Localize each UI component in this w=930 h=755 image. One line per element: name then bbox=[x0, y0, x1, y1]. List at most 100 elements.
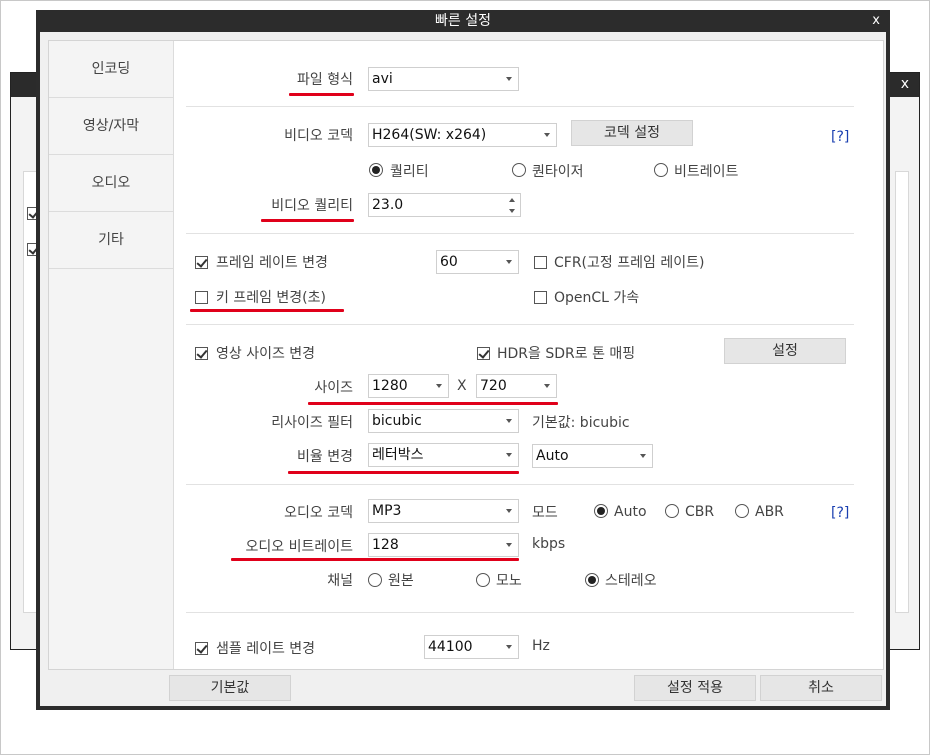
size-underline bbox=[308, 402, 558, 405]
file-format-label: 파일 형식 bbox=[297, 72, 353, 88]
aspect-underline bbox=[288, 471, 519, 474]
sample-rate-select[interactable]: 44100 bbox=[424, 635, 519, 659]
resize-filter-value: bicubic bbox=[372, 413, 422, 429]
width-select[interactable]: 1280 bbox=[368, 374, 449, 398]
audio-codec-select[interactable]: MP3 bbox=[368, 499, 519, 523]
radio-audio-cbr-label: CBR bbox=[685, 504, 715, 520]
radio-channel-original[interactable] bbox=[368, 573, 382, 587]
sample-rate-value: 44100 bbox=[428, 639, 473, 655]
radio-channel-stereo-label: 스테레오 bbox=[605, 573, 657, 589]
sample-rate-unit: Hz bbox=[532, 638, 550, 654]
keyframe-checkbox[interactable] bbox=[195, 291, 208, 304]
file-format-select[interactable]: avi bbox=[368, 67, 519, 91]
width-value: 1280 bbox=[372, 378, 408, 394]
frame-rate-select[interactable]: 60 bbox=[436, 250, 519, 274]
aspect-select[interactable]: 레터박스 bbox=[368, 443, 519, 467]
radio-channel-mono-label: 모노 bbox=[496, 573, 522, 589]
dialog-client: 인코딩 영상/자막 오디오 기타 파일 형식 avi 비디오 코덱 H264(S… bbox=[40, 32, 886, 706]
sidebar-item-audio[interactable]: 오디오 bbox=[49, 155, 173, 212]
radio-audio-abr-label: ABR bbox=[755, 504, 784, 520]
audio-codec-label: 오디오 코덱 bbox=[284, 505, 353, 521]
chevron-down-icon bbox=[506, 453, 512, 457]
chevron-down-icon bbox=[506, 77, 512, 81]
chevron-down-icon bbox=[506, 645, 512, 649]
size-separator: X bbox=[457, 378, 467, 394]
video-codec-label: 비디오 코덱 bbox=[284, 128, 353, 144]
size-label: 사이즈 bbox=[314, 380, 353, 396]
radio-quantizer[interactable] bbox=[512, 163, 526, 177]
radio-channel-original-label: 원본 bbox=[388, 573, 414, 589]
radio-audio-auto[interactable] bbox=[594, 504, 608, 518]
sidebar-item-video-subtitle[interactable]: 영상/자막 bbox=[49, 98, 173, 155]
video-quality-label: 비디오 퀄리티 bbox=[271, 198, 353, 214]
aspect-auto-select[interactable]: Auto bbox=[532, 444, 653, 468]
chevron-down-icon bbox=[506, 543, 512, 547]
background-window-close-icon[interactable]: x bbox=[901, 76, 909, 92]
background-window-list bbox=[23, 171, 37, 613]
file-format-value: avi bbox=[372, 71, 393, 87]
height-select[interactable]: 720 bbox=[476, 374, 557, 398]
radio-bitrate-label: 비트레이트 bbox=[674, 164, 739, 180]
radio-audio-cbr[interactable] bbox=[665, 504, 679, 518]
audio-bitrate-underline bbox=[231, 558, 519, 561]
chevron-down-icon bbox=[506, 419, 512, 423]
video-codec-select[interactable]: H264(SW: x264) bbox=[368, 123, 557, 147]
video-codec-help-link[interactable]: [?] bbox=[831, 129, 849, 145]
chevron-down-icon bbox=[506, 260, 512, 264]
audio-mode-label: 모드 bbox=[532, 505, 558, 521]
chevron-down-icon bbox=[436, 384, 442, 388]
sidebar-item-encoding[interactable]: 인코딩 bbox=[49, 41, 173, 98]
spin-down-icon[interactable] bbox=[509, 209, 515, 213]
aspect-label: 비율 변경 bbox=[297, 449, 353, 465]
frame-rate-checkbox[interactable] bbox=[195, 256, 208, 269]
default-button[interactable]: 기본값 bbox=[169, 675, 291, 701]
cfr-label: CFR(고정 프레임 레이트) bbox=[554, 255, 705, 271]
resize-filter-select[interactable]: bicubic bbox=[368, 409, 519, 433]
close-icon[interactable]: x bbox=[872, 10, 880, 32]
aspect-value: 레터박스 bbox=[372, 447, 424, 463]
radio-audio-auto-label: Auto bbox=[614, 504, 647, 520]
hdr-tonemap-label: HDR을 SDR로 톤 매핑 bbox=[497, 346, 636, 362]
radio-channel-mono[interactable] bbox=[476, 573, 490, 587]
resize-settings-button[interactable]: 설정 bbox=[724, 338, 846, 364]
resize-checkbox[interactable] bbox=[195, 347, 208, 360]
dialog-title: 빠른 설정 bbox=[435, 13, 491, 29]
opencl-label: OpenCL 가속 bbox=[554, 290, 640, 306]
resize-label: 영상 사이즈 변경 bbox=[216, 346, 316, 362]
height-value: 720 bbox=[480, 378, 507, 394]
frame-rate-value: 60 bbox=[440, 254, 458, 270]
video-quality-underline bbox=[261, 219, 354, 222]
frame-rate-label: 프레임 레이트 변경 bbox=[216, 255, 328, 271]
aspect-auto-value: Auto bbox=[536, 448, 569, 464]
video-quality-value: 23.0 bbox=[372, 197, 404, 213]
sidebar: 인코딩 영상/자막 오디오 기타 bbox=[49, 41, 174, 669]
chevron-down-icon bbox=[640, 454, 646, 458]
opencl-checkbox[interactable] bbox=[534, 291, 547, 304]
radio-quality-label: 퀄리티 bbox=[390, 164, 429, 180]
file-format-underline bbox=[289, 93, 354, 96]
settings-panel: 인코딩 영상/자막 오디오 기타 파일 형식 avi 비디오 코덱 H264(S… bbox=[48, 40, 884, 670]
radio-quality[interactable] bbox=[369, 163, 383, 177]
hdr-tonemap-checkbox[interactable] bbox=[477, 347, 490, 360]
cfr-checkbox[interactable] bbox=[534, 256, 547, 269]
quick-settings-dialog: 빠른 설정 x 인코딩 영상/자막 오디오 기타 파일 형식 avi 비디오 코… bbox=[36, 10, 890, 710]
codec-settings-button[interactable]: 코덱 설정 bbox=[571, 120, 693, 146]
spin-up-icon[interactable] bbox=[509, 198, 515, 202]
cancel-button[interactable]: 취소 bbox=[760, 675, 882, 701]
sample-rate-checkbox[interactable] bbox=[195, 642, 208, 655]
apply-settings-button[interactable]: 설정 적용 bbox=[634, 675, 756, 701]
audio-codec-value: MP3 bbox=[372, 503, 402, 519]
sample-rate-label: 샘플 레이트 변경 bbox=[216, 641, 316, 657]
sidebar-item-other[interactable]: 기타 bbox=[49, 212, 173, 269]
channel-label: 채널 bbox=[327, 573, 353, 589]
audio-bitrate-select[interactable]: 128 bbox=[368, 533, 519, 557]
separator bbox=[186, 324, 854, 325]
radio-audio-abr[interactable] bbox=[735, 504, 749, 518]
radio-channel-stereo[interactable] bbox=[585, 573, 599, 587]
separator bbox=[186, 612, 854, 613]
radio-bitrate[interactable] bbox=[654, 163, 668, 177]
audio-codec-help-link[interactable]: [?] bbox=[831, 505, 849, 521]
video-quality-spinbox[interactable]: 23.0 bbox=[368, 193, 521, 217]
keyframe-label: 키 프레임 변경(초) bbox=[216, 290, 326, 306]
settings-content: 파일 형식 avi 비디오 코덱 H264(SW: x264) 코덱 설정 [?… bbox=[174, 41, 883, 669]
